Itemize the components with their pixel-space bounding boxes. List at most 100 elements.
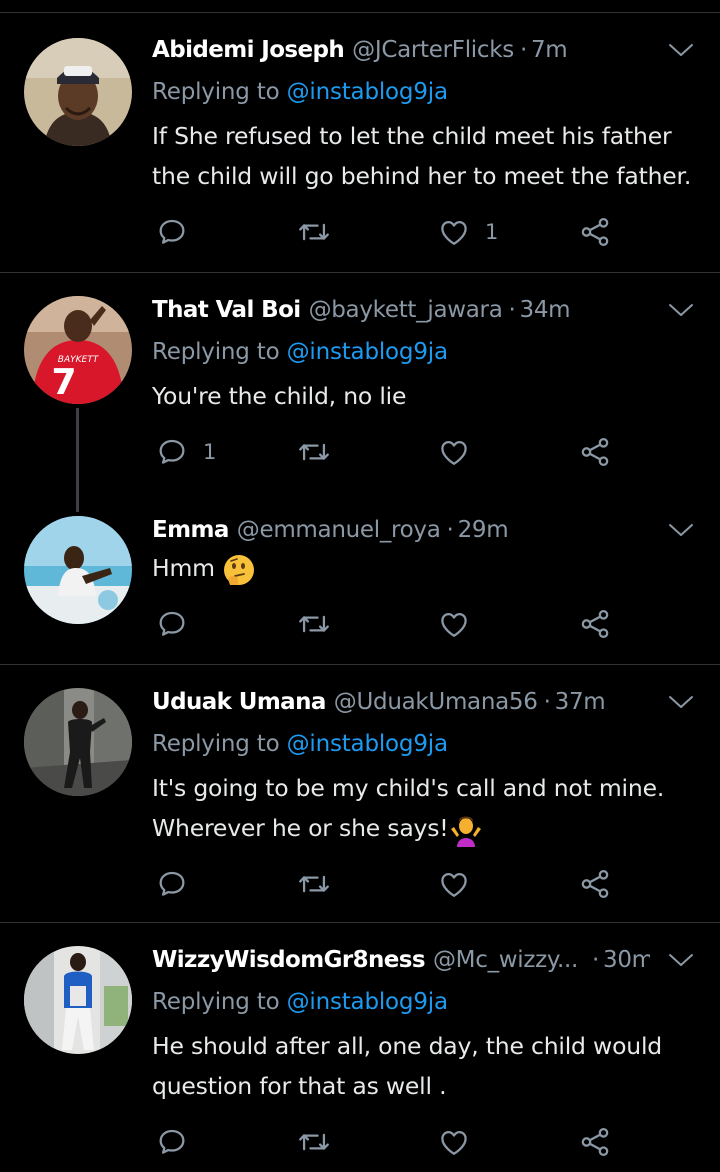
tweet-actions: 1 — [0, 212, 720, 252]
jersey-number: 7 — [51, 362, 76, 403]
author-handle[interactable]: @emmanuel_roya — [237, 517, 441, 543]
avatar[interactable]: BAYKETT 7 — [24, 296, 132, 404]
retweet-button[interactable] — [297, 864, 345, 904]
retweet-button[interactable] — [297, 604, 345, 644]
like-icon — [437, 1125, 471, 1159]
tweet-uduak-umana[interactable]: Uduak Umana @UduakUmana56 · 37m Replying… — [0, 664, 720, 922]
mention-link[interactable]: @instablog9ja — [287, 989, 448, 1015]
reply-icon — [155, 435, 189, 469]
timestamp[interactable]: 30m — [603, 947, 650, 973]
share-button[interactable] — [578, 864, 612, 904]
reply-button[interactable] — [155, 604, 203, 644]
replying-to: Replying to @instablog9ja — [152, 726, 448, 762]
tweet-text-content: Hmm — [152, 554, 215, 582]
author-handle[interactable]: @baykett_jawara — [309, 297, 503, 323]
like-icon — [437, 867, 471, 901]
replying-prefix: Replying to — [152, 731, 280, 757]
timestamp[interactable]: 37m — [555, 689, 606, 715]
chevron-down-icon[interactable] — [668, 520, 694, 540]
chevron-down-icon[interactable] — [668, 692, 694, 712]
replying-prefix: Replying to — [152, 79, 280, 105]
separator: · — [592, 947, 600, 973]
like-button[interactable] — [437, 604, 485, 644]
retweet-icon — [297, 435, 331, 469]
tweet-text: You're the child, no lie — [152, 382, 407, 410]
mention-link[interactable]: @instablog9ja — [287, 79, 448, 105]
author-name[interactable]: WizzyWisdomGr8ness — [152, 947, 426, 973]
tweet-header: Abidemi Joseph @JCarterFlicks · 7m — [152, 32, 650, 68]
share-button[interactable] — [578, 432, 612, 472]
reply-button[interactable] — [155, 1122, 203, 1162]
share-icon — [578, 867, 612, 901]
tweet-text: He should after all, one day, the child … — [152, 1032, 662, 1100]
like-icon — [437, 435, 471, 469]
thinking-face-icon — [224, 554, 255, 585]
reply-button[interactable] — [155, 212, 203, 252]
tweet-text-line: It's going to be my child's call and not… — [152, 774, 665, 802]
replying-to: Replying to @instablog9ja — [152, 334, 448, 370]
tweet-actions — [0, 864, 720, 904]
tweet-emma[interactable]: Emma @emmanuel_roya · 29m Hmm — [0, 492, 720, 664]
share-icon — [578, 1125, 612, 1159]
share-button[interactable] — [578, 1122, 612, 1162]
mention-link[interactable]: @instablog9ja — [287, 339, 448, 365]
separator: · — [508, 297, 516, 323]
like-button[interactable] — [437, 1122, 485, 1162]
tweet-text: If She refused to let the child meet his… — [152, 122, 692, 190]
avatar[interactable] — [24, 688, 132, 796]
chevron-down-icon[interactable] — [668, 950, 694, 970]
tweet-wizzywisdom[interactable]: WizzyWisdomGr8ness @Mc_wizzy... · 30m Re… — [0, 922, 720, 1172]
like-count: 1 — [485, 220, 499, 244]
author-name[interactable]: That Val Boi — [152, 297, 301, 323]
retweet-button[interactable] — [297, 212, 345, 252]
replying-to: Replying to @instablog9ja — [152, 984, 448, 1020]
like-button[interactable] — [437, 432, 485, 472]
author-handle[interactable]: @Mc_wizzy... — [433, 947, 578, 973]
tweet-header: Uduak Umana @UduakUmana56 · 37m — [152, 684, 650, 720]
share-button[interactable] — [578, 212, 612, 252]
retweet-icon — [297, 215, 331, 249]
tweet-abidemi-joseph[interactable]: Abidemi Joseph @JCarterFlicks · 7m Reply… — [0, 0, 720, 272]
avatar[interactable] — [24, 38, 132, 146]
separator: · — [446, 517, 454, 543]
reply-icon — [155, 1125, 189, 1159]
share-icon — [578, 215, 612, 249]
like-icon — [437, 607, 471, 641]
like-button[interactable] — [437, 864, 485, 904]
tweet-text-content: Wherever he or she says! — [152, 814, 449, 842]
tweet-header: Emma @emmanuel_roya · 29m — [152, 512, 650, 548]
timestamp[interactable]: 7m — [531, 37, 568, 63]
replying-to: Replying to @instablog9ja — [152, 74, 448, 110]
person-shrugging-icon — [450, 816, 481, 847]
avatar[interactable] — [24, 946, 132, 1054]
chevron-down-icon[interactable] — [668, 300, 694, 320]
author-name[interactable]: Uduak Umana — [152, 689, 326, 715]
tweet-actions: 1 — [0, 432, 720, 472]
tweet-header: WizzyWisdomGr8ness @Mc_wizzy... · 30m — [152, 942, 650, 978]
tweet-text: Hmm — [152, 548, 702, 588]
retweet-button[interactable] — [297, 432, 345, 472]
tweet-that-val-boi[interactable]: BAYKETT 7 That Val Boi @baykett_jawara ·… — [0, 272, 720, 512]
tweet-header: That Val Boi @baykett_jawara · 34m — [152, 292, 650, 328]
chevron-down-icon[interactable] — [668, 40, 694, 60]
reply-icon — [155, 867, 189, 901]
mention-link[interactable]: @instablog9ja — [287, 731, 448, 757]
share-button[interactable] — [578, 604, 612, 644]
retweet-icon — [297, 867, 331, 901]
retweet-button[interactable] — [297, 1122, 345, 1162]
tweet-actions — [0, 1122, 720, 1162]
like-button[interactable]: 1 — [437, 212, 498, 252]
replying-prefix: Replying to — [152, 339, 280, 365]
separator: · — [519, 37, 527, 63]
retweet-icon — [297, 607, 331, 641]
timestamp[interactable]: 34m — [520, 297, 571, 323]
author-name[interactable]: Abidemi Joseph — [152, 37, 345, 63]
replying-prefix: Replying to — [152, 989, 280, 1015]
author-handle[interactable]: @JCarterFlicks — [352, 37, 514, 63]
author-name[interactable]: Emma — [152, 517, 229, 543]
tweet-text-line: Wherever he or she says! — [152, 808, 702, 848]
reply-button[interactable] — [155, 864, 203, 904]
timestamp[interactable]: 29m — [458, 517, 509, 543]
author-handle[interactable]: @UduakUmana56 — [334, 689, 538, 715]
reply-button[interactable]: 1 — [155, 432, 216, 472]
